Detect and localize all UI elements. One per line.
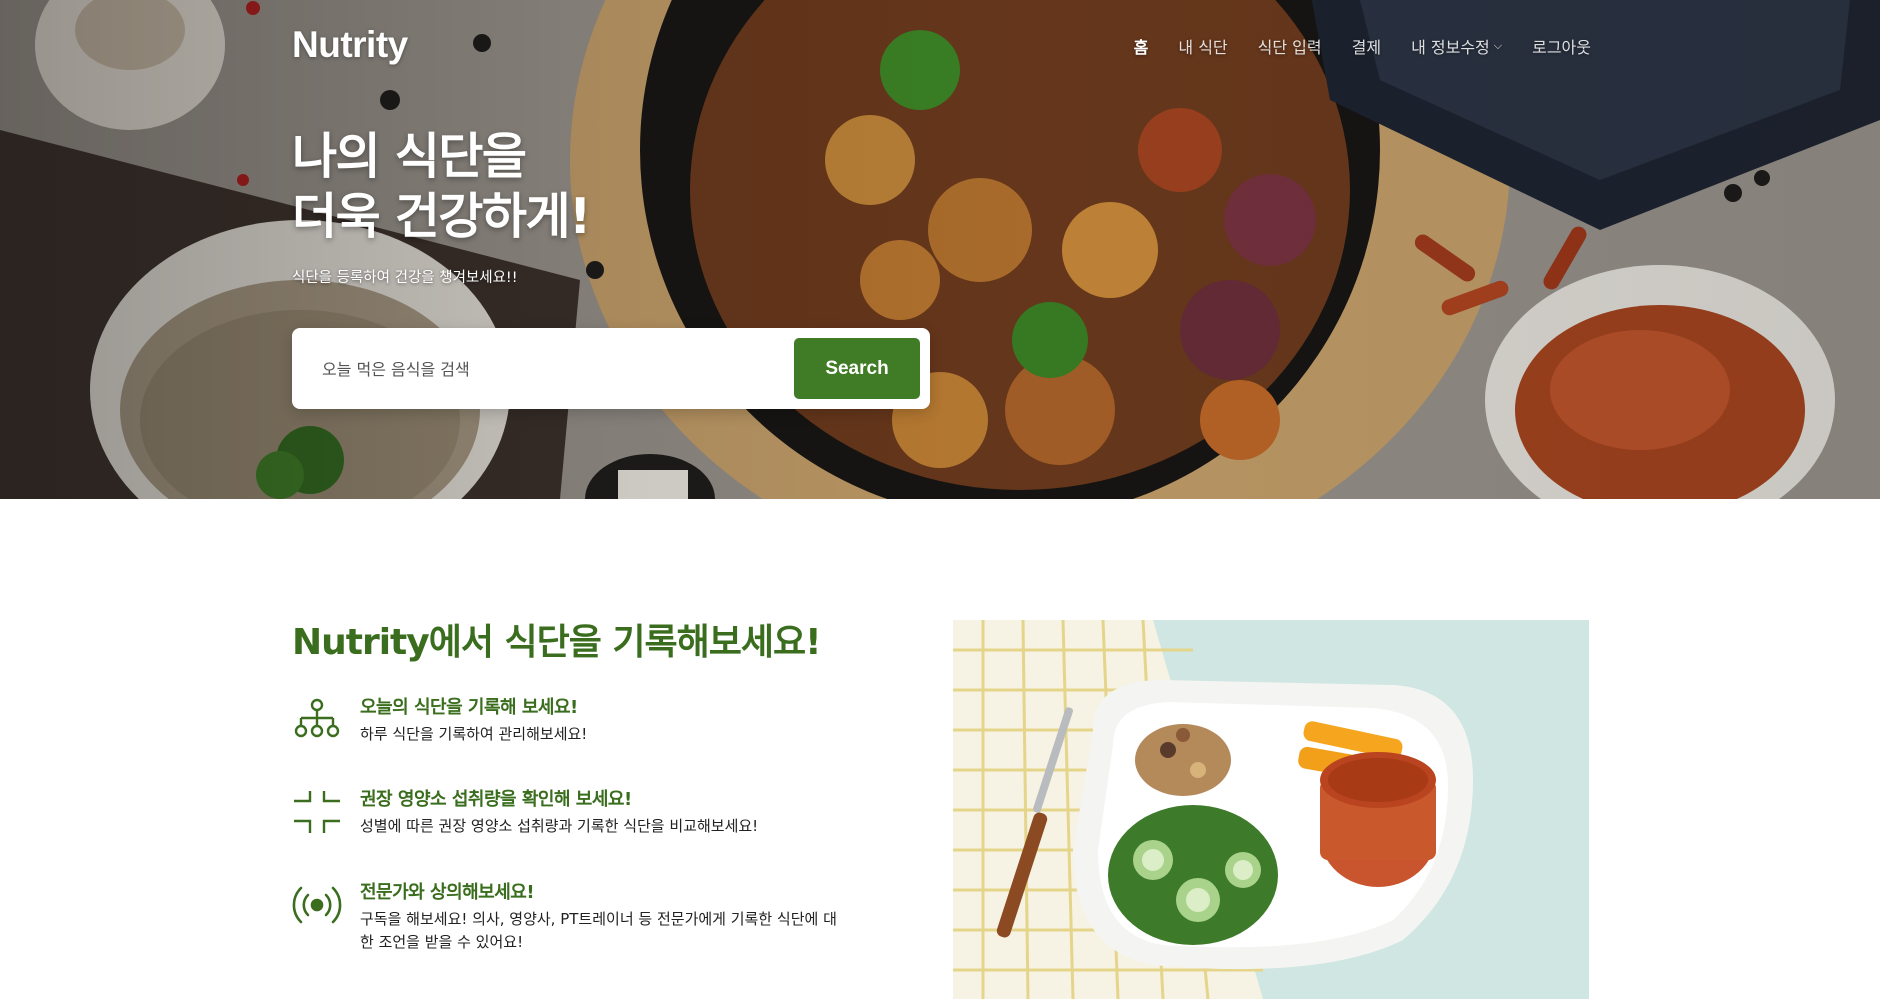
feature-desc: 성별에 따른 권장 영양소 섭취량과 기록한 식단을 비교해보세요! [360, 817, 759, 835]
nav-my-diet[interactable]: 내 식단 [1178, 34, 1227, 58]
feature-item-nutrients: 권장 영양소 섭취량을 확인해 보세요! 성별에 따른 권장 영양소 섭취량과 … [292, 785, 852, 845]
healthy-meal-photo [953, 620, 1589, 999]
nav-home[interactable]: 홈 [1134, 34, 1149, 58]
corners-icon [294, 791, 340, 833]
sitemap-icon [294, 698, 340, 738]
nav-my-diet-label: 내 식단 [1178, 38, 1228, 57]
nav-home-label: 홈 [1133, 38, 1149, 57]
search-box: Search [292, 328, 930, 409]
nav-payment-label: 결제 [1351, 38, 1382, 57]
nav-diet-input[interactable]: 식단 입력 [1258, 34, 1322, 58]
hero-title-line1: 나의 식단을 [292, 128, 527, 185]
hero-subtitle: 식단을 등록하여 건강을 챙겨보세요!! [292, 270, 518, 286]
feature-item-expert: 전문가와 상의해보세요! 구독을 해보세요! 의사, 영양사, PT트레이너 등… [292, 878, 852, 958]
feature-title: 전문가와 상의해보세요! [360, 882, 535, 903]
broadcast-icon [292, 886, 342, 924]
search-button[interactable]: Search [794, 338, 920, 399]
meal-illustration [953, 620, 1589, 999]
nav-edit-profile-label: 내 정보수정 [1411, 38, 1490, 57]
hero-title: 나의 식단을 더욱 건강하게! [292, 127, 752, 247]
hero-overlay [0, 0, 1880, 499]
brand-logo[interactable]: Nutrity [292, 24, 408, 66]
features-title: Nutrity에서 식단을 기록해보세요! [292, 622, 822, 663]
hero-section: Nutrity 홈 내 식단 식단 입력 결제 내 정보수정 ⌵ 로그아웃 나의… [0, 0, 1880, 499]
nav-edit-profile[interactable]: 내 정보수정 ⌵ [1411, 34, 1502, 58]
chevron-down-icon: ⌵ [1493, 39, 1503, 52]
feature-desc: 하루 식단을 기록하여 관리해보세요! [360, 725, 588, 743]
hero-title-line2: 더욱 건강하게! [292, 188, 591, 245]
food-search-input[interactable] [322, 350, 762, 388]
feature-desc: 구독을 해보세요! 의사, 영양사, PT트레이너 등 전문가에게 기록한 식단… [360, 910, 837, 951]
nav-logout-label: 로그아웃 [1532, 38, 1591, 57]
feature-title: 오늘의 식단을 기록해 보세요! [360, 697, 578, 718]
main-nav: 홈 내 식단 식단 입력 결제 내 정보수정 ⌵ 로그아웃 [1104, 34, 1591, 58]
feature-item-record: 오늘의 식단을 기록해 보세요! 하루 식단을 기록하여 관리해보세요! [292, 693, 852, 753]
nav-logout[interactable]: 로그아웃 [1532, 34, 1591, 58]
nav-payment[interactable]: 결제 [1352, 34, 1381, 58]
feature-title: 권장 영양소 섭취량을 확인해 보세요! [360, 789, 632, 810]
nav-diet-input-label: 식단 입력 [1257, 38, 1322, 57]
